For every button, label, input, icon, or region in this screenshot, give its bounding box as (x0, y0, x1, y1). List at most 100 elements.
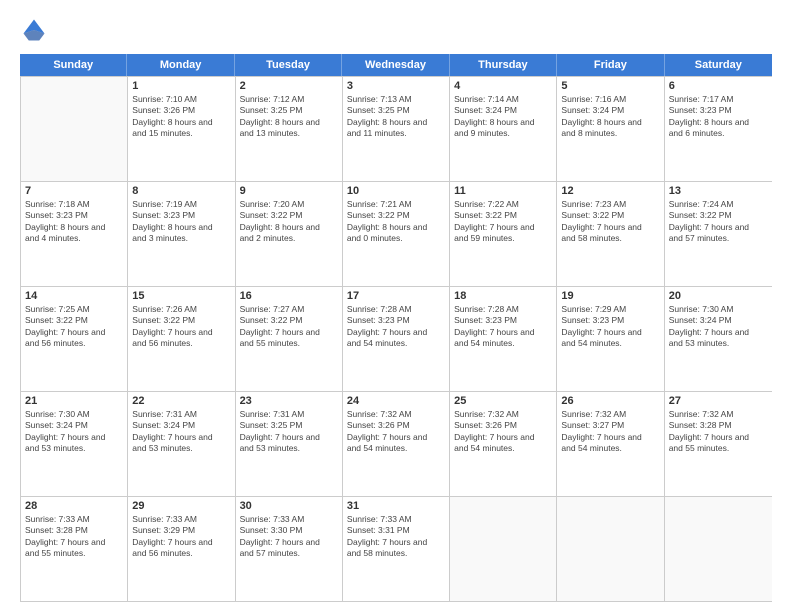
calendar-cell: 6Sunrise: 7:17 AMSunset: 3:23 PMDaylight… (665, 77, 772, 181)
calendar-row-2: 7Sunrise: 7:18 AMSunset: 3:23 PMDaylight… (21, 181, 772, 286)
sunrise-text: Sunrise: 7:30 AM (669, 304, 768, 315)
sunset-text: Sunset: 3:23 PM (132, 210, 230, 221)
sunset-text: Sunset: 3:22 PM (132, 315, 230, 326)
daylight-text-2: and 8 minutes. (561, 128, 659, 139)
calendar-row-1: 1Sunrise: 7:10 AMSunset: 3:26 PMDaylight… (21, 76, 772, 181)
daylight-text-2: and 54 minutes. (561, 443, 659, 454)
sunrise-text: Sunrise: 7:20 AM (240, 199, 338, 210)
sunrise-text: Sunrise: 7:16 AM (561, 94, 659, 105)
daylight-text: Daylight: 7 hours and (347, 432, 445, 443)
day-number: 17 (347, 290, 445, 302)
calendar-cell: 22Sunrise: 7:31 AMSunset: 3:24 PMDayligh… (128, 392, 235, 496)
daylight-text-2: and 55 minutes. (240, 338, 338, 349)
sunrise-text: Sunrise: 7:31 AM (132, 409, 230, 420)
calendar-row-4: 21Sunrise: 7:30 AMSunset: 3:24 PMDayligh… (21, 391, 772, 496)
daylight-text: Daylight: 8 hours and (132, 117, 230, 128)
daylight-text: Daylight: 7 hours and (669, 222, 768, 233)
daylight-text-2: and 53 minutes. (132, 443, 230, 454)
daylight-text: Daylight: 7 hours and (132, 327, 230, 338)
day-number: 21 (25, 395, 123, 407)
sunrise-text: Sunrise: 7:29 AM (561, 304, 659, 315)
sunset-text: Sunset: 3:24 PM (454, 105, 552, 116)
sunrise-text: Sunrise: 7:10 AM (132, 94, 230, 105)
sunset-text: Sunset: 3:23 PM (561, 315, 659, 326)
daylight-text: Daylight: 8 hours and (454, 117, 552, 128)
sunrise-text: Sunrise: 7:24 AM (669, 199, 768, 210)
calendar-header: SundayMondayTuesdayWednesdayThursdayFrid… (20, 54, 772, 76)
sunrise-text: Sunrise: 7:28 AM (347, 304, 445, 315)
calendar-cell (557, 497, 664, 601)
sunset-text: Sunset: 3:30 PM (240, 525, 338, 536)
daylight-text: Daylight: 7 hours and (561, 222, 659, 233)
day-number: 23 (240, 395, 338, 407)
daylight-text-2: and 15 minutes. (132, 128, 230, 139)
day-number: 7 (25, 185, 123, 197)
sunrise-text: Sunrise: 7:33 AM (240, 514, 338, 525)
sunrise-text: Sunrise: 7:27 AM (240, 304, 338, 315)
sunset-text: Sunset: 3:23 PM (25, 210, 123, 221)
sunset-text: Sunset: 3:22 PM (240, 315, 338, 326)
daylight-text: Daylight: 8 hours and (347, 117, 445, 128)
daylight-text-2: and 3 minutes. (132, 233, 230, 244)
daylight-text: Daylight: 7 hours and (347, 327, 445, 338)
calendar-cell: 28Sunrise: 7:33 AMSunset: 3:28 PMDayligh… (21, 497, 128, 601)
calendar-cell: 11Sunrise: 7:22 AMSunset: 3:22 PMDayligh… (450, 182, 557, 286)
sunset-text: Sunset: 3:29 PM (132, 525, 230, 536)
sunrise-text: Sunrise: 7:32 AM (669, 409, 768, 420)
daylight-text-2: and 6 minutes. (669, 128, 768, 139)
daylight-text: Daylight: 7 hours and (454, 327, 552, 338)
header-day-wednesday: Wednesday (342, 54, 449, 76)
daylight-text-2: and 57 minutes. (240, 548, 338, 559)
daylight-text: Daylight: 7 hours and (454, 432, 552, 443)
header-day-friday: Friday (557, 54, 664, 76)
daylight-text: Daylight: 7 hours and (561, 432, 659, 443)
day-number: 14 (25, 290, 123, 302)
calendar-row-3: 14Sunrise: 7:25 AMSunset: 3:22 PMDayligh… (21, 286, 772, 391)
calendar-cell: 3Sunrise: 7:13 AMSunset: 3:25 PMDaylight… (343, 77, 450, 181)
day-number: 25 (454, 395, 552, 407)
calendar-cell: 30 Sunrise: 7:33 AMSunset: 3:30 PMDayligh… (236, 497, 343, 601)
daylight-text-2: and 56 minutes. (25, 338, 123, 349)
daylight-text: Daylight: 7 hours and (347, 537, 445, 548)
page: SundayMondayTuesdayWednesdayThursdayFrid… (0, 0, 792, 612)
daylight-text-2: and 54 minutes. (347, 443, 445, 454)
sunset-text: Sunset: 3:24 PM (25, 420, 123, 431)
sunset-text: Sunset: 3:23 PM (669, 105, 768, 116)
sunset-text: Sunset: 3:26 PM (132, 105, 230, 116)
calendar-cell: 26Sunrise: 7:32 AMSunset: 3:27 PMDayligh… (557, 392, 664, 496)
calendar-cell: 25Sunrise: 7:32 AMSunset: 3:26 PMDayligh… (450, 392, 557, 496)
sunrise-text: Sunrise: 7:13 AM (347, 94, 445, 105)
sunset-text: Sunset: 3:22 PM (240, 210, 338, 221)
calendar-cell: 19Sunrise: 7:29 AMSunset: 3:23 PMDayligh… (557, 287, 664, 391)
calendar-cell (21, 77, 128, 181)
daylight-text: Daylight: 8 hours and (669, 117, 768, 128)
sunrise-text: Sunrise: 7:23 AM (561, 199, 659, 210)
daylight-text-2: and 53 minutes. (240, 443, 338, 454)
calendar-cell: 7Sunrise: 7:18 AMSunset: 3:23 PMDaylight… (21, 182, 128, 286)
calendar-cell (450, 497, 557, 601)
sunset-text: Sunset: 3:22 PM (454, 210, 552, 221)
sunset-text: Sunset: 3:22 PM (561, 210, 659, 221)
calendar-cell: 18Sunrise: 7:28 AMSunset: 3:23 PMDayligh… (450, 287, 557, 391)
calendar-cell: 14Sunrise: 7:25 AMSunset: 3:22 PMDayligh… (21, 287, 128, 391)
daylight-text: Daylight: 7 hours and (240, 537, 338, 548)
sunrise-text: Sunrise: 7:25 AM (25, 304, 123, 315)
day-number: 16 (240, 290, 338, 302)
day-number: 29 (132, 500, 230, 512)
sunset-text: Sunset: 3:24 PM (561, 105, 659, 116)
logo-icon (20, 16, 48, 44)
day-number: 30 (240, 500, 338, 512)
sunset-text: Sunset: 3:28 PM (669, 420, 768, 431)
day-number: 18 (454, 290, 552, 302)
calendar: SundayMondayTuesdayWednesdayThursdayFrid… (20, 54, 772, 602)
daylight-text: Daylight: 8 hours and (347, 222, 445, 233)
sunrise-text: Sunrise: 7:21 AM (347, 199, 445, 210)
day-number: 6 (669, 80, 768, 92)
daylight-text: Daylight: 7 hours and (25, 327, 123, 338)
daylight-text-2: and 54 minutes. (561, 338, 659, 349)
day-number: 19 (561, 290, 659, 302)
calendar-cell: 24Sunrise: 7:32 AMSunset: 3:26 PMDayligh… (343, 392, 450, 496)
daylight-text: Daylight: 7 hours and (669, 327, 768, 338)
calendar-cell: 16Sunrise: 7:27 AMSunset: 3:22 PMDayligh… (236, 287, 343, 391)
calendar-cell: 13Sunrise: 7:24 AMSunset: 3:22 PMDayligh… (665, 182, 772, 286)
